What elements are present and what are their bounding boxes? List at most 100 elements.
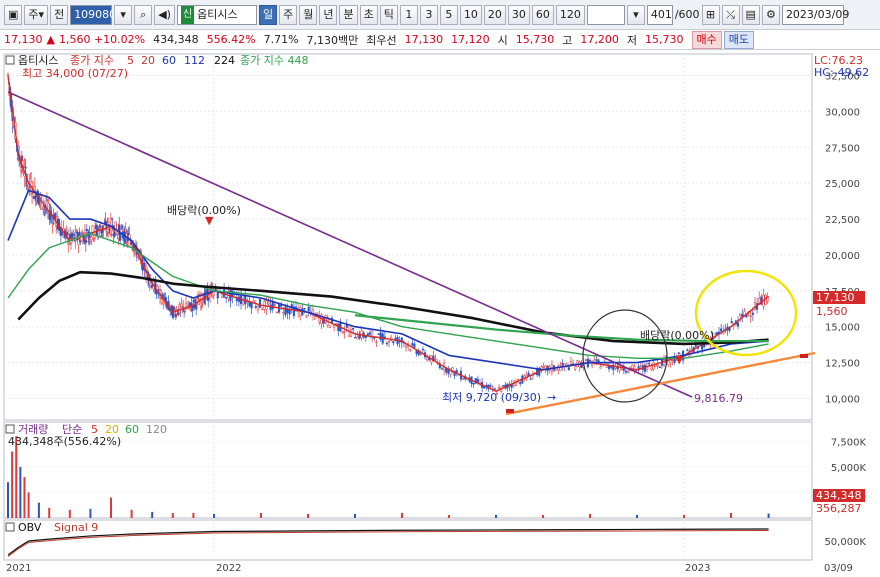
chart-settings-icon[interactable]: ⊞ bbox=[701, 4, 720, 25]
dividend-label-2: 배당락(0.00%) bbox=[640, 329, 714, 342]
period-year[interactable]: 년 bbox=[319, 4, 338, 25]
speaker-icon[interactable]: ◀) bbox=[154, 4, 175, 25]
candle-body bbox=[307, 306, 310, 312]
best-label: 최우선 bbox=[366, 33, 397, 47]
market-select[interactable]: 주▾ bbox=[24, 4, 49, 25]
interval-20[interactable]: 20 bbox=[483, 4, 506, 25]
price-tick-label: 25,000 bbox=[825, 179, 860, 190]
volume-bar bbox=[589, 513, 591, 518]
volume-menu-icon[interactable] bbox=[5, 424, 15, 434]
date-input[interactable]: 2023/03/09 bbox=[781, 4, 849, 25]
candle-body bbox=[261, 308, 264, 311]
interval-120[interactable]: 120 bbox=[555, 4, 585, 25]
volume-bar bbox=[89, 508, 92, 518]
interval-dropdown-icon[interactable]: ▾ bbox=[626, 4, 645, 25]
low-arrow-icon: → bbox=[547, 391, 556, 404]
candle-body bbox=[409, 349, 412, 351]
high-label: 고 bbox=[562, 33, 573, 47]
stock-code-input[interactable]: 109080 bbox=[70, 4, 116, 25]
candle-body bbox=[90, 236, 93, 241]
indicator-icon[interactable]: ⤯ bbox=[721, 4, 740, 25]
save-icon[interactable]: ▤ bbox=[741, 4, 760, 25]
open-price: 15,730 bbox=[515, 33, 555, 46]
x-label-2021: 2021 bbox=[6, 563, 31, 574]
jeon-button[interactable]: 전 bbox=[50, 4, 69, 25]
interval-3[interactable]: 3 bbox=[419, 4, 438, 25]
period-day[interactable]: 일 bbox=[258, 4, 278, 25]
trade-amount: 7,130백만 bbox=[306, 33, 359, 47]
candle-body bbox=[462, 378, 465, 380]
candle-body bbox=[78, 232, 81, 236]
candle-body bbox=[599, 366, 602, 369]
candle-body bbox=[86, 237, 89, 242]
candle-body bbox=[352, 327, 355, 330]
candle-body bbox=[555, 368, 558, 371]
period-minute[interactable]: 분 bbox=[339, 4, 358, 25]
candle-body bbox=[493, 388, 496, 390]
stock-name-box[interactable]: 신 옵티시스 bbox=[176, 4, 257, 25]
candle-body bbox=[639, 365, 642, 367]
candle-body bbox=[561, 362, 564, 366]
volume-bar bbox=[7, 482, 9, 518]
candle-body bbox=[133, 250, 136, 253]
period-second[interactable]: 초 bbox=[359, 4, 378, 25]
sell-button[interactable]: 매도 bbox=[723, 30, 755, 49]
obv-menu-icon[interactable] bbox=[5, 522, 15, 532]
candle-body bbox=[95, 231, 99, 236]
candle-body bbox=[404, 344, 408, 348]
volume-tick-label: 7,500K bbox=[831, 437, 867, 448]
candle-body bbox=[42, 206, 45, 210]
candle-body bbox=[68, 241, 71, 244]
interval-10[interactable]: 10 bbox=[459, 4, 482, 25]
code-dropdown-icon[interactable]: ▾ bbox=[114, 4, 133, 25]
last-price-label: 17,130 bbox=[816, 291, 855, 304]
volume-bar bbox=[307, 513, 309, 518]
price-tick-label: 10,000 bbox=[825, 394, 860, 405]
candle-body bbox=[259, 299, 262, 308]
new-badge: 신 bbox=[180, 5, 195, 24]
interval-60[interactable]: 60 bbox=[531, 4, 554, 25]
candle-body bbox=[542, 366, 545, 368]
panel-menu-icon[interactable] bbox=[5, 55, 15, 65]
candle-body bbox=[337, 323, 340, 331]
candle-body bbox=[105, 229, 108, 232]
x-label-2023: 2023 bbox=[685, 563, 710, 574]
period-month[interactable]: 월 bbox=[299, 4, 318, 25]
candle-body bbox=[686, 349, 689, 351]
search-icon[interactable]: ⌕ bbox=[134, 4, 153, 25]
interval-1[interactable]: 1 bbox=[399, 4, 418, 25]
volume-ratio: 556.42% bbox=[206, 33, 256, 46]
candle-body bbox=[483, 386, 486, 389]
candle-body bbox=[569, 360, 573, 365]
buy-button[interactable]: 매수 bbox=[691, 30, 722, 49]
interval-5[interactable]: 5 bbox=[439, 4, 458, 25]
candle-body bbox=[354, 336, 357, 339]
custom-interval-input[interactable] bbox=[586, 4, 625, 25]
candle-body bbox=[720, 328, 723, 332]
price-tick-label: 12,500 bbox=[825, 359, 860, 370]
period-tick[interactable]: 틱 bbox=[379, 4, 398, 25]
candle-body bbox=[95, 225, 98, 230]
price-info-bar: 17,130 ▲ 1,560 +10.02% 434,348 556.42% 7… bbox=[0, 30, 880, 50]
candle-body bbox=[32, 196, 36, 200]
stock-chart[interactable]: 10,00012,50015,00017,50020,00022,50025,0… bbox=[0, 50, 880, 577]
period-week[interactable]: 주 bbox=[279, 4, 298, 25]
candle-body bbox=[184, 309, 187, 312]
stock-name: 옵티시스 bbox=[197, 7, 238, 21]
hc-value: HC:-49.62 bbox=[814, 66, 869, 79]
volume-bar bbox=[542, 514, 544, 518]
legend-ma20: 20 bbox=[141, 54, 155, 67]
candle-body bbox=[174, 313, 177, 317]
gear-icon[interactable]: ⚙ bbox=[761, 4, 780, 25]
candle-body bbox=[316, 312, 319, 315]
candle-body bbox=[368, 332, 372, 335]
window-icon[interactable]: ▣ bbox=[4, 4, 23, 25]
count-input[interactable]: 401 bbox=[646, 4, 673, 25]
interval-30[interactable]: 30 bbox=[507, 4, 530, 25]
candle-body bbox=[411, 343, 414, 346]
dividend-arrow-1: ▼ bbox=[205, 214, 214, 227]
candle-body bbox=[273, 303, 276, 306]
candle-body bbox=[737, 322, 740, 327]
trend-label: 9,816.79 bbox=[694, 392, 743, 405]
candle-body bbox=[303, 308, 306, 310]
